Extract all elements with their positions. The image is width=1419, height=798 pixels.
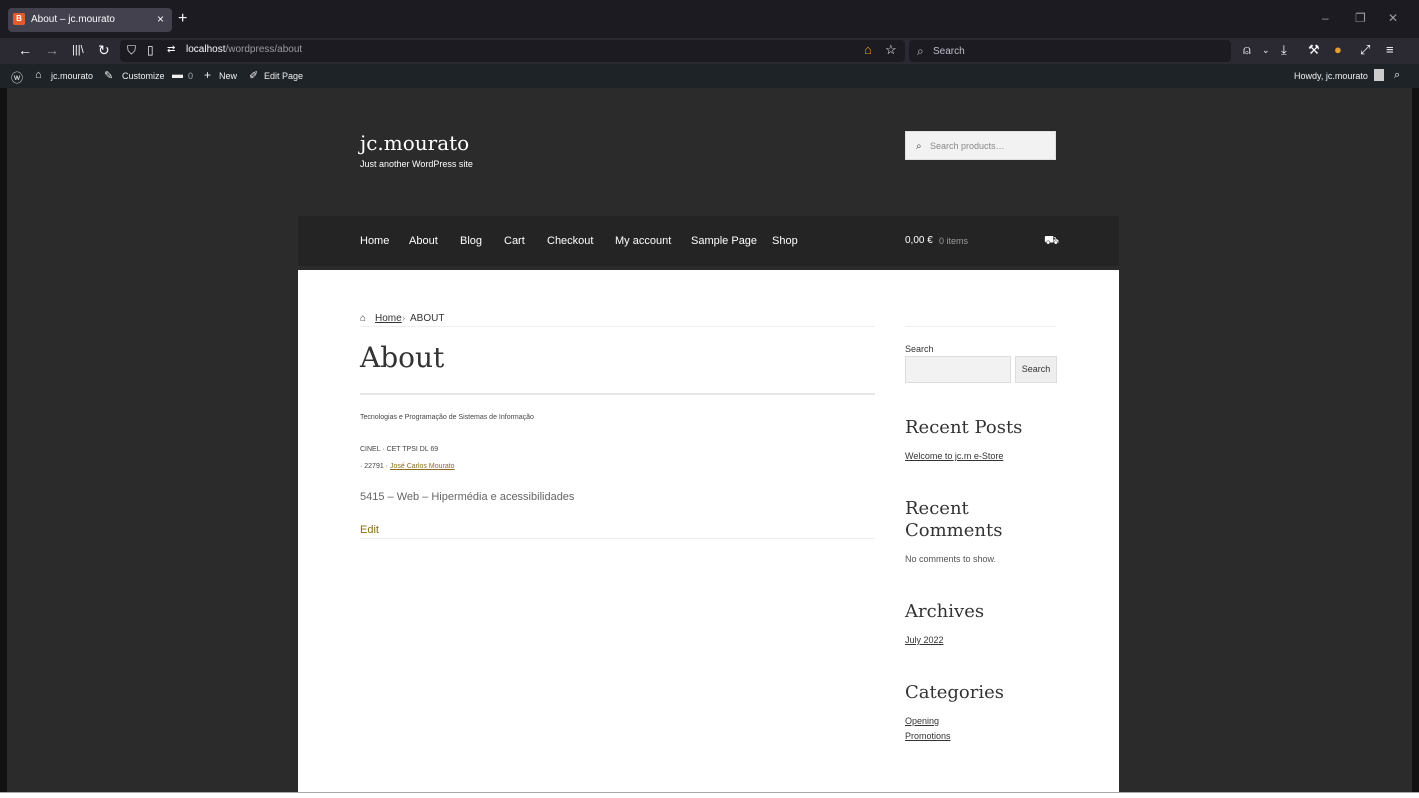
- bottom-edge: [0, 792, 1419, 798]
- site-tagline: Just another WordPress site: [360, 159, 473, 169]
- search-icon: ⌕: [916, 141, 922, 152]
- categories-title: Categories: [905, 682, 1004, 703]
- page-line-1: Tecnologias e Programação de Sistemas de…: [360, 414, 534, 421]
- recent-comments-title: Recent Comments: [905, 498, 1003, 541]
- product-search-input[interactable]: ⌕ Search products…: [905, 131, 1056, 160]
- home-icon[interactable]: ⌂: [864, 42, 872, 57]
- reload-icon[interactable]: ↻: [98, 42, 110, 59]
- admin-site-link[interactable]: jc.mourato: [51, 71, 93, 81]
- page-line-3: · 22791 · José Carlos Mourato: [360, 463, 455, 470]
- wordpress-logo-icon[interactable]: ⓦ: [11, 69, 23, 86]
- breadcrumb-home[interactable]: Home: [375, 313, 402, 324]
- search-icon: ⌕: [917, 44, 924, 58]
- comment-icon: ▬: [172, 69, 183, 81]
- customize-brush-icon: ✎: [104, 70, 114, 82]
- page-icon: ▯: [147, 43, 154, 57]
- archive-link[interactable]: July 2022: [905, 635, 944, 645]
- breadcrumb-current: ABOUT: [410, 313, 445, 324]
- shield-icon[interactable]: ⛉: [127, 43, 136, 58]
- tab-title: About – jc.mourato: [31, 14, 115, 25]
- entry-divider: [360, 538, 875, 539]
- menu-item-checkout[interactable]: Checkout: [547, 235, 593, 247]
- menu-item-cart[interactable]: Cart: [504, 235, 525, 247]
- category-link-opening[interactable]: Opening: [905, 716, 939, 726]
- sidebar-search-label: Search: [905, 344, 934, 354]
- dashboard-icon: ⌂: [35, 69, 42, 81]
- right-edge: [1412, 88, 1419, 798]
- url-host: localhost: [186, 44, 226, 55]
- permissions-icon[interactable]: ⇄: [167, 44, 175, 55]
- admin-search-icon[interactable]: ⌕: [1394, 69, 1400, 82]
- url-text[interactable]: localhost/wordpress/about: [186, 44, 302, 55]
- fullscreen-icon[interactable]: ⤢: [1360, 42, 1370, 58]
- menu-item-sample-page[interactable]: Sample Page: [691, 235, 757, 247]
- avatar[interactable]: [1374, 69, 1384, 81]
- menu-item-shop[interactable]: Shop: [772, 235, 798, 247]
- recent-posts-title: Recent Posts: [905, 417, 1023, 438]
- admin-edit-page-link[interactable]: Edit Page: [264, 71, 303, 81]
- cart-total[interactable]: 0,00 €: [905, 235, 933, 246]
- browser-tab-bar: B About – jc.mourato × + – ❐ ✕: [0, 0, 1419, 38]
- page-line-2: CINEL · CET TPSI DL 69: [360, 446, 439, 453]
- edit-pencil-icon: ✐: [249, 70, 259, 82]
- edit-link[interactable]: Edit: [360, 524, 379, 536]
- basket-icon[interactable]: ⛟: [1044, 233, 1059, 249]
- page-line-3-prefix: · 22791 ·: [360, 463, 390, 470]
- no-comments-text: No comments to show.: [905, 554, 997, 564]
- primary-navigation: Home About Blog Cart Checkout My account…: [298, 216, 1119, 266]
- tab-close-icon[interactable]: ×: [157, 12, 164, 26]
- title-divider: [360, 393, 875, 395]
- admin-comments-count[interactable]: 0: [188, 71, 193, 81]
- page-title: About: [360, 341, 445, 374]
- author-link[interactable]: José Carlos Mourato: [390, 463, 455, 470]
- product-search-placeholder: Search products…: [930, 141, 1005, 151]
- library-icon[interactable]: |||\: [72, 44, 84, 56]
- new-tab-button[interactable]: +: [178, 10, 187, 28]
- tools-icon[interactable]: ⚒: [1308, 42, 1320, 58]
- favicon-icon: B: [13, 13, 25, 25]
- breadcrumb-divider: [360, 326, 875, 327]
- sidebar-search-input[interactable]: [905, 356, 1011, 383]
- sync-icon[interactable]: ⍝: [1243, 42, 1251, 58]
- sidebar-search-button[interactable]: Search: [1015, 356, 1057, 383]
- menu-item-home[interactable]: Home: [360, 235, 389, 247]
- minimize-button[interactable]: –: [1322, 11, 1329, 25]
- download-icon[interactable]: ⤓: [1281, 42, 1287, 58]
- search-placeholder: Search: [933, 46, 965, 57]
- plus-icon: +: [204, 68, 212, 82]
- wp-admin-bar: ⓦ ⌂ jc.mourato ✎ Customize ▬ 0 + New ✐ E…: [0, 64, 1419, 88]
- forward-icon[interactable]: →: [45, 42, 59, 58]
- menu-item-about[interactable]: About: [409, 235, 438, 247]
- course-text: 5415 – Web – Hipermédia e acessibilidade…: [360, 491, 575, 503]
- browser-nav-bar: ← → |||\ ↻ ⛉ ▯ ⇄ localhost/wordpress/abo…: [0, 38, 1419, 64]
- chevron-down-icon[interactable]: ⌄: [1262, 45, 1270, 56]
- menu-icon[interactable]: ≡: [1386, 42, 1394, 57]
- restore-button[interactable]: ❐: [1355, 11, 1366, 25]
- menu-item-blog[interactable]: Blog: [460, 235, 482, 247]
- breadcrumb-divider: [905, 326, 1056, 327]
- cart-count[interactable]: 0 items: [939, 236, 968, 246]
- url-path: /wordpress/about: [225, 44, 303, 55]
- archives-title: Archives: [905, 601, 985, 622]
- browser-search-field[interactable]: ⌕ Search: [909, 40, 1231, 62]
- admin-howdy[interactable]: Howdy, jc.mourato: [1294, 71, 1368, 81]
- home-icon: ⌂: [360, 313, 367, 324]
- site-title[interactable]: jc.mourato: [360, 131, 469, 155]
- breadcrumb-separator: ›: [402, 313, 406, 324]
- close-window-button[interactable]: ✕: [1388, 11, 1398, 25]
- menu-item-my-account[interactable]: My account: [615, 235, 671, 247]
- admin-new-link[interactable]: New: [219, 71, 237, 81]
- admin-customize-link[interactable]: Customize: [122, 71, 165, 81]
- browser-tab[interactable]: B About – jc.mourato ×: [8, 8, 172, 32]
- category-link-promotions[interactable]: Promotions: [905, 731, 951, 741]
- extension-icon[interactable]: ●: [1334, 42, 1342, 57]
- back-icon[interactable]: ←: [18, 42, 32, 58]
- bookmark-star-icon[interactable]: ☆: [885, 42, 897, 58]
- recent-post-link[interactable]: Welcome to jc.m e-Store: [905, 451, 1003, 461]
- left-edge: [0, 88, 7, 798]
